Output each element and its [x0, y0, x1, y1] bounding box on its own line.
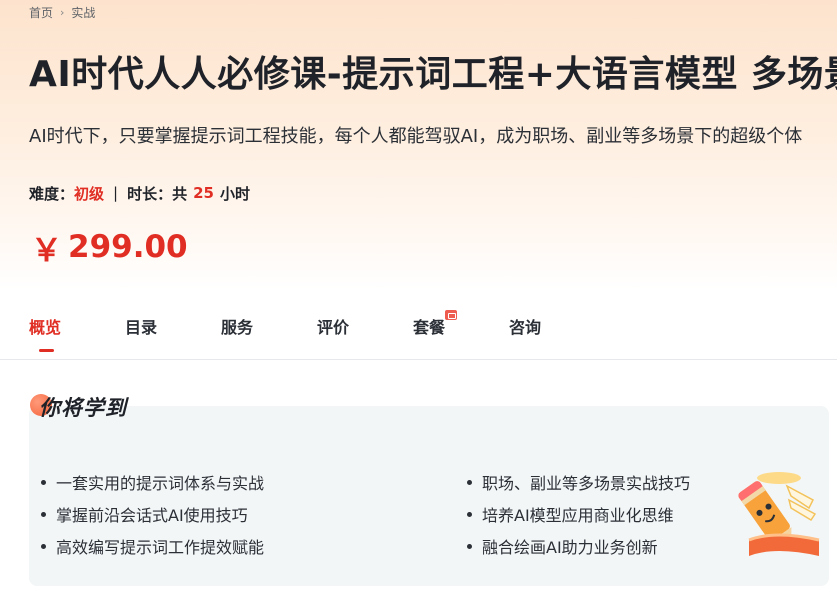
course-tabs: 概览 目录 服务 评价 套餐 咨询 [0, 300, 837, 360]
section-title: 你将学到 [39, 396, 127, 420]
duration-unit: 小时 [219, 184, 250, 203]
difficulty-label: 难度： [29, 184, 75, 203]
course-hero: 首页 › 实战 AI时代人人必修课-提示词工程+大语言模型 多场景实战 AI时代… [0, 0, 837, 290]
tab-catalog[interactable]: 目录 [125, 314, 157, 348]
outcome-text: 培养AI模型应用商业化思维 [482, 506, 674, 525]
bullet-icon [41, 511, 46, 517]
gift-badge-icon [445, 310, 458, 320]
course-meta: 难度： 初级 | 时长：共 25 小时 [29, 182, 250, 204]
tab-packages[interactable]: 套餐 [413, 310, 458, 348]
outcomes-right-column: 职场、副业等多场景实战技巧 培养AI模型应用商业化思维 融合绘画AI助力业务创新 [467, 466, 690, 562]
course-price: ￥ 299.00 [31, 225, 188, 269]
course-detail-page: 首页 › 实战 AI时代人人必修课-提示词工程+大语言模型 多场景实战 AI时代… [0, 0, 837, 610]
bullet-icon [41, 479, 46, 485]
outcome-text: 一套实用的提示词体系与实战 [56, 474, 265, 493]
bullet-icon [41, 543, 46, 549]
outcome-text: 掌握前沿会话式AI使用技巧 [56, 506, 248, 525]
learning-outcomes-panel: 一套实用的提示词体系与实战 掌握前沿会话式AI使用技巧 高效编写提示词工作提效赋… [29, 406, 829, 586]
tab-reviews[interactable]: 评价 [317, 314, 349, 348]
tab-label: 服务 [221, 318, 254, 337]
duration-value: 25 [193, 184, 214, 202]
meta-separator: | [113, 184, 119, 202]
outcome-text: 融合绘画AI助力业务创新 [482, 538, 658, 557]
price-value: 299.00 [68, 229, 188, 265]
course-subtitle: AI时代下，只要掌握提示词工程技能，每个人都能驾驭AI，成为职场、副业等多场景下… [29, 126, 803, 147]
outcome-text: 高效编写提示词工作提效赋能 [56, 538, 265, 557]
bullet-icon [467, 511, 472, 517]
list-item: 职场、副业等多场景实战技巧 [467, 466, 690, 498]
pencil-mascot-icon [738, 472, 820, 556]
tab-label: 目录 [125, 318, 158, 337]
breadcrumb-home-link[interactable]: 首页 [29, 4, 53, 21]
bullet-icon [467, 543, 472, 549]
tab-label: 套餐 [413, 318, 446, 337]
tab-label: 概览 [29, 318, 62, 337]
tab-label: 咨询 [509, 318, 542, 337]
tab-services[interactable]: 服务 [221, 314, 253, 348]
list-item: 融合绘画AI助力业务创新 [467, 530, 690, 562]
list-item: 高效编写提示词工作提效赋能 [41, 530, 264, 562]
duration-label: 时长：共 [127, 184, 188, 203]
learning-outcomes-heading: 你将学到 [29, 392, 127, 422]
breadcrumb: 首页 › 实战 [29, 4, 95, 20]
chevron-right-icon: › [60, 5, 65, 19]
tab-overview[interactable]: 概览 [29, 314, 62, 352]
tab-consult[interactable]: 咨询 [509, 314, 541, 348]
outcomes-left-column: 一套实用的提示词体系与实战 掌握前沿会话式AI使用技巧 高效编写提示词工作提效赋… [41, 466, 264, 562]
list-item: 培养AI模型应用商业化思维 [467, 498, 690, 530]
outcome-text: 职场、副业等多场景实战技巧 [482, 474, 691, 493]
bullet-icon [467, 479, 472, 485]
breadcrumb-current-link[interactable]: 实战 [71, 4, 95, 21]
list-item: 掌握前沿会话式AI使用技巧 [41, 498, 264, 530]
currency-symbol: ￥ [31, 232, 62, 269]
tab-label: 评价 [317, 318, 350, 337]
active-tab-indicator [39, 349, 54, 352]
list-item: 一套实用的提示词体系与实战 [41, 466, 264, 498]
difficulty-value: 初级 [74, 184, 105, 203]
course-title: AI时代人人必修课-提示词工程+大语言模型 多场景实战 [29, 54, 837, 95]
